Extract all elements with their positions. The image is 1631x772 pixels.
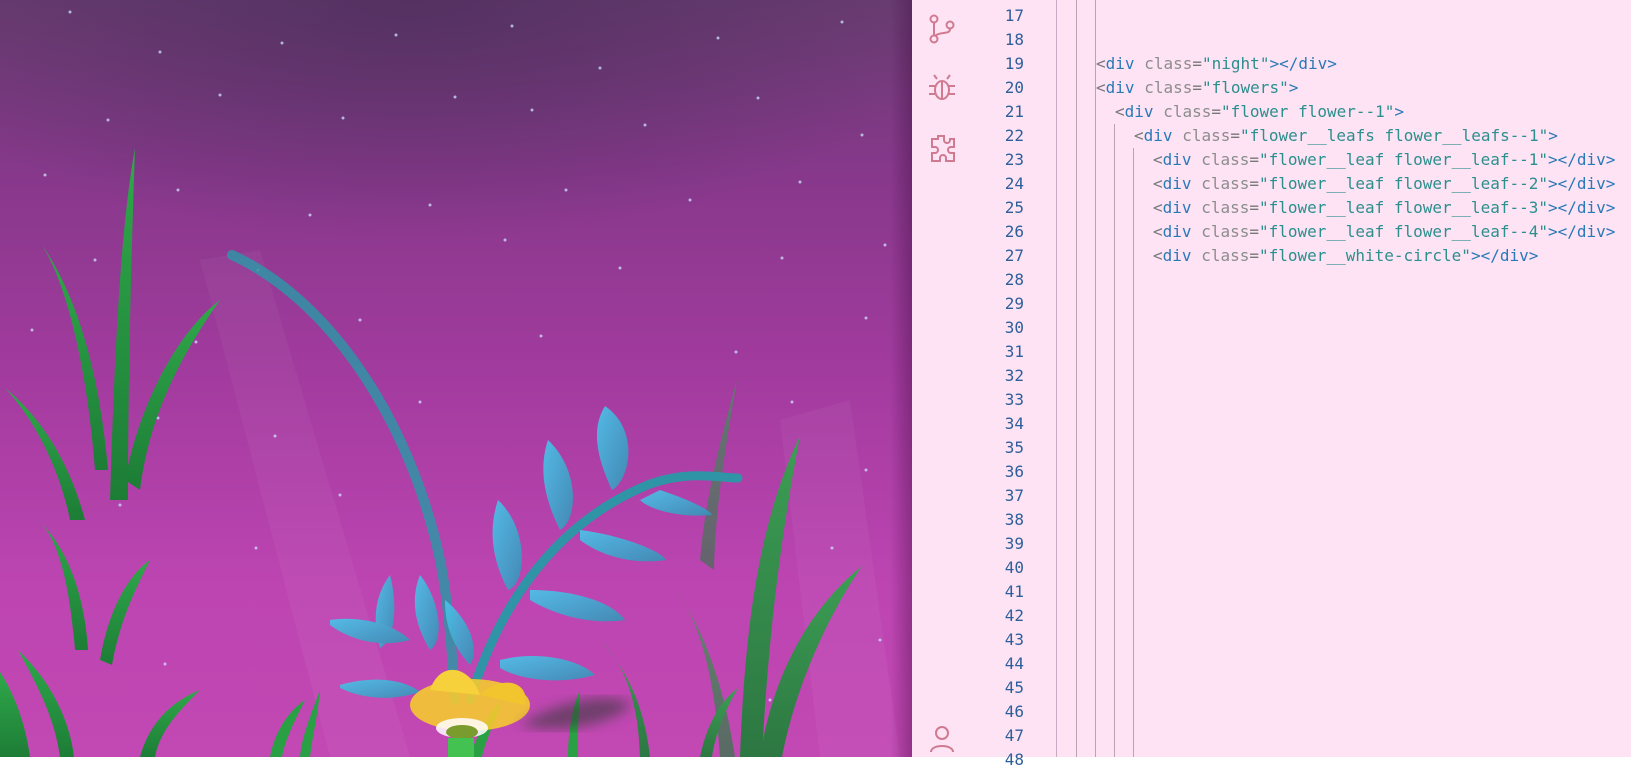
line-number: 40 [1004, 558, 1024, 577]
line-number: 43 [1004, 630, 1024, 649]
code-line[interactable]: <div class="night"></div> [1096, 52, 1337, 76]
line-number: 22 [1004, 126, 1024, 145]
indent-guide [1076, 0, 1077, 757]
line-number: 27 [1004, 246, 1024, 265]
code-line[interactable]: <div class="flower__leaf flower__leaf--1… [1153, 148, 1615, 172]
line-number: 33 [1004, 390, 1024, 409]
line-number: 41 [1004, 582, 1024, 601]
line-number: 19 [1004, 54, 1024, 73]
line-number: 38 [1004, 510, 1024, 529]
activity-bar [912, 0, 972, 757]
flower-leaves [330, 406, 712, 698]
debug-icon[interactable] [926, 72, 958, 104]
code-line[interactable]: <div class="flower__leafs flower__leafs-… [1134, 124, 1558, 148]
flower-head [410, 669, 530, 757]
line-number-gutter: 17 18 19 20 21 22 23 24 25 26 27 28 29 3… [972, 0, 1057, 769]
line-number: 44 [1004, 654, 1024, 673]
indent-guide [1114, 124, 1115, 757]
line-number: 23 [1004, 150, 1024, 169]
code-line[interactable]: <div class="flower flower--1"> [1115, 100, 1404, 124]
line-number: 35 [1004, 438, 1024, 457]
line-number: 21 [1004, 102, 1024, 121]
line-number: 18 [1004, 30, 1024, 49]
code-line[interactable]: <div class="flower__leaf flower__leaf--3… [1153, 196, 1615, 220]
line-number: 36 [1004, 462, 1024, 481]
indent-guide [1133, 148, 1134, 757]
line-number: 20 [1004, 78, 1024, 97]
code-line[interactable]: <div class="flower__leaf flower__leaf--4… [1153, 220, 1615, 244]
line-number: 45 [1004, 678, 1024, 697]
source-control-icon[interactable] [926, 13, 958, 45]
line-number: 25 [1004, 198, 1024, 217]
night-flower-scene [0, 0, 912, 757]
line-number: 37 [1004, 486, 1024, 505]
account-icon[interactable] [926, 722, 958, 754]
line-number: 29 [1004, 294, 1024, 313]
line-number: 47 [1004, 726, 1024, 745]
line-number: 48 [1004, 750, 1024, 769]
preview-canvas [0, 0, 912, 757]
line-number: 42 [1004, 606, 1024, 625]
line-number: 39 [1004, 534, 1024, 553]
code-line[interactable]: <div class="flower__leaf flower__leaf--2… [1153, 172, 1615, 196]
extensions-icon[interactable] [926, 132, 958, 164]
line-number: 46 [1004, 702, 1024, 721]
line-number: 28 [1004, 270, 1024, 289]
line-number: 32 [1004, 366, 1024, 385]
light-beam [780, 400, 900, 757]
blurred-leaf [520, 697, 632, 729]
line-number: 30 [1004, 318, 1024, 337]
indent-guide [1095, 0, 1096, 757]
line-number: 24 [1004, 174, 1024, 193]
code-line[interactable]: <div class="flowers"> [1096, 76, 1298, 100]
sky-glow [0, 0, 912, 400]
line-number: 34 [1004, 414, 1024, 433]
code-line[interactable]: <div class="flower__white-circle"></div> [1153, 244, 1538, 268]
code-editor[interactable]: <div class="night"></div> <div class="fl… [1057, 0, 1631, 757]
line-number: 31 [1004, 342, 1024, 361]
line-number: 17 [1004, 6, 1024, 25]
line-number: 26 [1004, 222, 1024, 241]
